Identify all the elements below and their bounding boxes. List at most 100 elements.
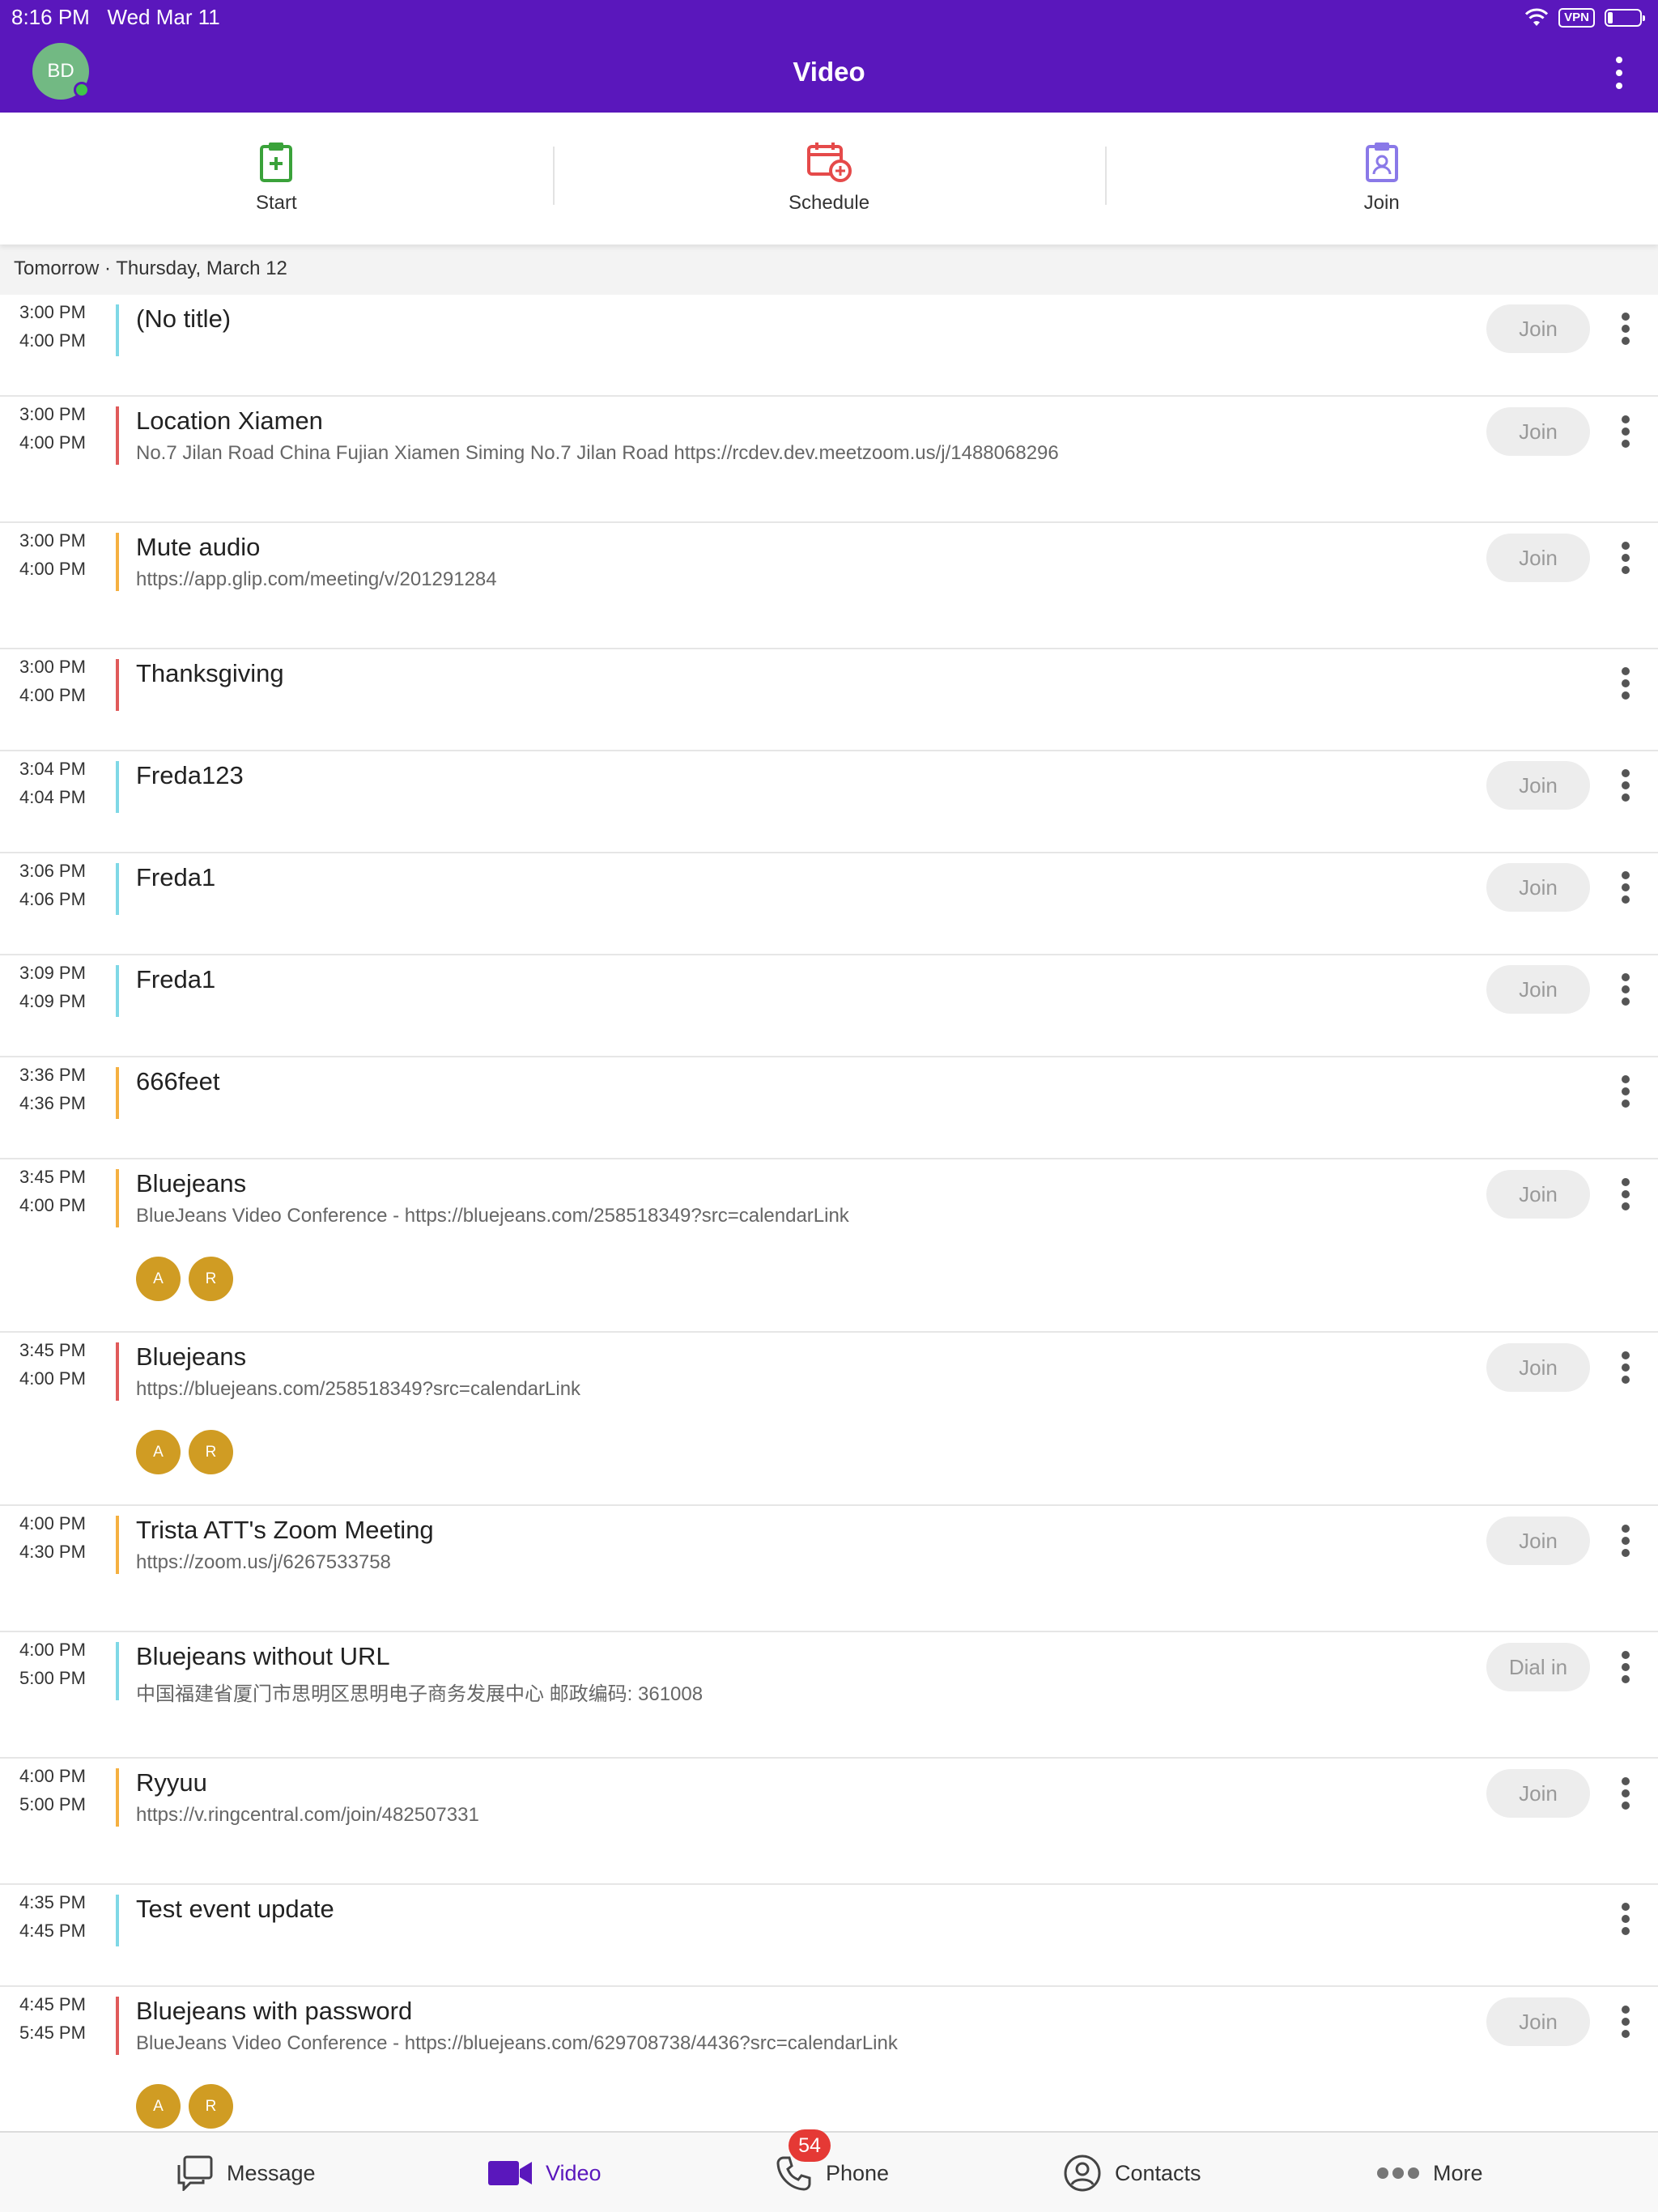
participant-avatar[interactable]: A [136, 1257, 181, 1301]
meeting-row[interactable]: 4:00 PM 4:30 PM Trista ATT's Zoom Meeting h… [0, 1506, 1658, 1632]
meeting-more-icon[interactable] [1618, 542, 1634, 574]
meeting-color-bar [116, 1895, 119, 1946]
meeting-title: Freda1 [136, 965, 216, 993]
meeting-times: 3:45 PM 4:00 PM [19, 1163, 108, 1219]
meeting-row[interactable]: 3:00 PM 4:00 PM (No title) Join [0, 295, 1658, 397]
dial-in-button[interactable]: Dial in [1486, 1643, 1590, 1691]
meeting-end-time: 4:09 PM [19, 991, 86, 1011]
join-button[interactable]: Join [1486, 1997, 1590, 2046]
meeting-participants: AR [136, 1257, 233, 1301]
meeting-row[interactable]: 4:00 PM 5:00 PM Bluejeans without URL 中国福建省… [0, 1632, 1658, 1759]
meeting-more-icon[interactable] [1618, 1651, 1634, 1683]
meeting-row[interactable]: 3:00 PM 4:00 PM Thanksgiving [0, 649, 1658, 751]
meeting-times: 3:04 PM 4:04 PM [19, 755, 108, 811]
participant-avatar[interactable]: A [136, 2084, 181, 2129]
meeting-row[interactable]: 3:09 PM 4:09 PM Freda1 Join [0, 955, 1658, 1057]
meeting-more-icon[interactable] [1618, 313, 1634, 345]
clipboard-plus-icon [260, 143, 293, 182]
meeting-row[interactable]: 4:00 PM 5:00 PM Ryyuu https://v.ringcentral… [0, 1759, 1658, 1885]
meeting-start-time: 4:35 PM [19, 1892, 86, 1912]
meeting-more-icon[interactable] [1618, 1777, 1634, 1810]
header-more-menu-icon[interactable] [1613, 57, 1626, 89]
join-button[interactable]: Join [1486, 407, 1590, 456]
meeting-row[interactable]: 3:45 PM 4:00 PM Bluejeans https://bluejeans… [0, 1333, 1658, 1506]
join-button[interactable]: Join [1486, 1343, 1590, 1392]
join-button[interactable]: Join [1486, 534, 1590, 582]
meeting-row[interactable]: 3:04 PM 4:04 PM Freda123 Join [0, 751, 1658, 853]
meeting-more-icon[interactable] [1618, 2006, 1634, 2038]
nav-contacts-label: Contacts [1115, 2160, 1201, 2185]
meeting-color-bar [116, 1642, 119, 1700]
status-date: Wed Mar 11 [107, 5, 220, 29]
join-button[interactable]: Join [1486, 304, 1590, 353]
meeting-more-icon[interactable] [1618, 1525, 1634, 1557]
meeting-more-icon[interactable] [1618, 769, 1634, 802]
meeting-row[interactable]: 3:45 PM 4:00 PM Bluejeans BlueJeans Video C… [0, 1159, 1658, 1333]
join-button[interactable]: Join [1486, 965, 1590, 1014]
meeting-row[interactable]: 3:00 PM 4:00 PM Mute audio https://app.glip… [0, 523, 1658, 649]
meeting-more-icon[interactable] [1618, 1351, 1634, 1384]
join-meeting-button[interactable]: Join [1105, 113, 1658, 245]
meeting-start-time: 3:00 PM [19, 657, 86, 677]
participant-avatar[interactable]: R [189, 1257, 233, 1301]
meeting-color-bar [116, 863, 119, 915]
join-button[interactable]: Join [1486, 1769, 1590, 1818]
nav-more[interactable]: More [1376, 2133, 1483, 2212]
meetings-list[interactable]: 3:00 PM 4:00 PM (No title) Join 3:00 PM 4:00 … [0, 295, 1658, 2131]
meeting-title: Freda123 [136, 761, 244, 789]
participant-avatar[interactable]: R [189, 2084, 233, 2129]
meeting-title: Test event update [136, 1895, 334, 1923]
meeting-details: BlueJeans Video Conference - https://blu… [136, 2032, 898, 2054]
meeting-more-icon[interactable] [1618, 667, 1634, 700]
meeting-title: Bluejeans [136, 1342, 247, 1371]
join-button[interactable]: Join [1486, 761, 1590, 810]
status-time: 8:16 PM [11, 5, 90, 29]
participant-avatar[interactable]: A [136, 1430, 181, 1474]
clipboard-person-icon [1365, 143, 1398, 182]
meeting-times: 3:45 PM 4:00 PM [19, 1336, 108, 1393]
nav-message[interactable]: Message [176, 2133, 316, 2212]
schedule-meeting-button[interactable]: Schedule [552, 113, 1106, 245]
meeting-more-icon[interactable] [1618, 1903, 1634, 1935]
meeting-color-bar [116, 1516, 119, 1574]
meeting-row[interactable]: 3:00 PM 4:00 PM Location Xiamen No.7 Jilan … [0, 397, 1658, 523]
meeting-title: Thanksgiving [136, 659, 284, 687]
meeting-more-icon[interactable] [1618, 871, 1634, 904]
meeting-times: 3:36 PM 4:36 PM [19, 1061, 108, 1117]
meeting-end-time: 4:00 PM [19, 432, 86, 453]
meeting-row[interactable]: 3:36 PM 4:36 PM 666feet [0, 1057, 1658, 1159]
meeting-start-time: 3:06 PM [19, 861, 86, 881]
status-bar-time: 8:16 PM Wed Mar 11 [11, 5, 220, 30]
nav-contacts[interactable]: Contacts [1063, 2133, 1201, 2212]
participant-avatar[interactable]: R [189, 1430, 233, 1474]
meeting-details: https://v.ringcentral.com/join/482507331 [136, 1804, 479, 1826]
meeting-more-icon[interactable] [1618, 1178, 1634, 1210]
join-button[interactable]: Join [1486, 1170, 1590, 1219]
nav-video[interactable]: Video [487, 2133, 602, 2212]
meeting-end-time: 5:00 PM [19, 1794, 86, 1814]
meeting-color-bar [116, 965, 119, 1017]
meeting-end-time: 4:36 PM [19, 1093, 86, 1113]
meeting-title: Freda1 [136, 863, 216, 891]
meeting-start-time: 3:00 PM [19, 302, 86, 322]
meeting-more-icon[interactable] [1618, 415, 1634, 448]
meeting-more-icon[interactable] [1618, 973, 1634, 1006]
meeting-times: 4:45 PM 5:45 PM [19, 1990, 108, 2047]
meeting-times: 3:00 PM 4:00 PM [19, 526, 108, 583]
meeting-start-time: 3:09 PM [19, 963, 86, 983]
join-button[interactable]: Join [1486, 1516, 1590, 1565]
meeting-color-bar [116, 659, 119, 711]
start-meeting-button[interactable]: Start [0, 113, 553, 245]
meeting-start-time: 3:45 PM [19, 1340, 86, 1360]
meeting-end-time: 5:45 PM [19, 2023, 86, 2043]
meeting-row[interactable]: 4:35 PM 4:45 PM Test event update [0, 1885, 1658, 1987]
meeting-end-time: 4:06 PM [19, 889, 86, 909]
join-button[interactable]: Join [1486, 863, 1590, 912]
nav-phone[interactable]: Phone 54 [776, 2129, 889, 2212]
meeting-row[interactable]: 3:06 PM 4:06 PM Freda1 Join [0, 853, 1658, 955]
meeting-color-bar [116, 1997, 119, 2055]
meeting-more-icon[interactable] [1618, 1075, 1634, 1108]
meeting-start-time: 4:45 PM [19, 1994, 86, 2014]
meeting-row[interactable]: 4:45 PM 5:45 PM Bluejeans with password Blu… [0, 1987, 1658, 2131]
meeting-end-time: 4:04 PM [19, 787, 86, 807]
